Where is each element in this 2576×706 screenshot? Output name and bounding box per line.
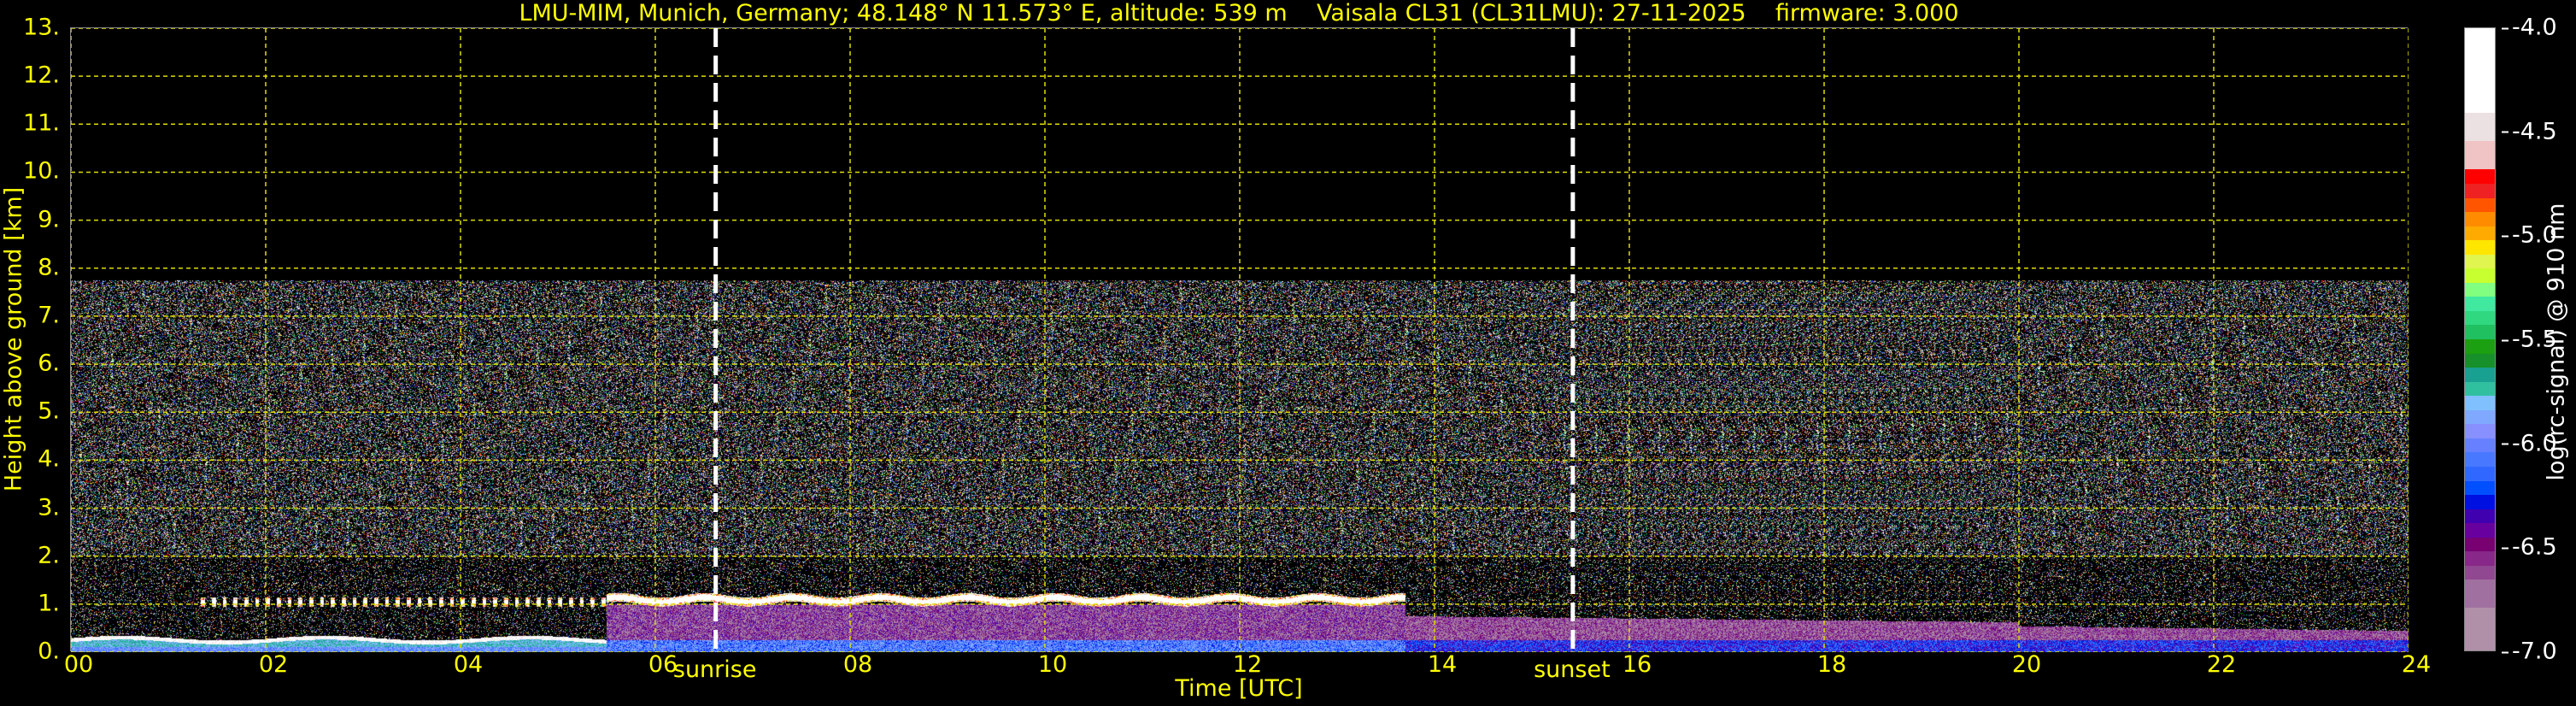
colorbar-segment — [2465, 113, 2495, 127]
colorbar-tick-label: -6.5 — [2502, 534, 2557, 561]
y-axis-label: Height above ground [km] — [0, 186, 27, 492]
colorbar-segment — [2465, 523, 2495, 538]
colorbar-segment — [2465, 85, 2495, 99]
colorbar-segment — [2465, 240, 2495, 255]
y-tick-label: 3. — [38, 494, 60, 521]
x-tick-label: 10 — [1037, 651, 1068, 678]
x-tick-label: 12 — [1232, 651, 1263, 678]
y-tick-label: 7. — [38, 302, 60, 329]
y-tick-label: 10. — [23, 157, 60, 185]
colorbar-segment — [2465, 141, 2495, 156]
y-tick-label: 8. — [38, 254, 60, 281]
colorbar-segment — [2465, 155, 2495, 170]
y-tick-label: 12. — [23, 62, 60, 89]
colorbar-segment — [2465, 396, 2495, 410]
colorbar-tick-label: -4.0 — [2502, 15, 2557, 41]
colorbar-segment — [2465, 169, 2495, 185]
colorbar-segment — [2465, 495, 2495, 509]
colorbar-segment — [2465, 452, 2495, 467]
y-tick-label: 5. — [38, 397, 60, 425]
colorbar-segment — [2465, 621, 2495, 637]
x-tick-label: 02 — [258, 651, 289, 678]
x-tick-label: 18 — [1816, 651, 1847, 678]
x-tick-label: 22 — [2206, 651, 2237, 678]
x-axis-label: Time [UTC] — [1175, 675, 1303, 702]
x-tick-label: 14 — [1427, 651, 1458, 678]
colorbar-tick-label: -4.5 — [2502, 118, 2557, 144]
colorbar-segment — [2465, 325, 2495, 340]
sunrise-label: sunrise — [672, 656, 757, 683]
sunset-label: sunset — [1534, 656, 1611, 683]
x-tick-label: 00 — [63, 651, 94, 678]
colorbar-segment — [2465, 310, 2495, 326]
colorbar-segment — [2465, 212, 2495, 227]
colorbar-label: log(rc-signal) @ 910 nm — [2543, 203, 2570, 481]
x-tick-label: 08 — [842, 651, 873, 678]
y-tick-label: 11. — [23, 109, 60, 137]
y-tick-label: 9. — [38, 206, 60, 233]
colorbar-segment — [2465, 98, 2495, 114]
colorbar-segment — [2465, 551, 2495, 566]
y-tick-label: 2. — [38, 542, 60, 569]
colorbar-segment — [2465, 126, 2495, 142]
x-tick-label: 20 — [2011, 651, 2042, 678]
y-tick-label: 6. — [38, 350, 60, 377]
colorbar-segment — [2465, 28, 2495, 43]
plot-area — [70, 27, 2409, 652]
y-tick-label: 0. — [38, 638, 60, 665]
colorbar-segment — [2465, 608, 2495, 622]
colorbar-segment — [2465, 381, 2495, 397]
colorbar-segment — [2465, 580, 2495, 594]
colorbar-segment — [2465, 368, 2495, 382]
colorbar-segment — [2465, 56, 2495, 71]
colorbar-segment — [2465, 184, 2495, 198]
y-tick-label: 13. — [23, 14, 60, 41]
colorbar-segment — [2465, 297, 2495, 311]
colorbar-segment — [2465, 339, 2495, 354]
colorbar-tick-label: -7.0 — [2502, 638, 2557, 665]
plot-overlay — [71, 28, 2409, 652]
colorbar-segment — [2465, 509, 2495, 524]
x-tick-label: 24 — [2401, 651, 2432, 678]
y-tick-label: 1. — [38, 590, 60, 617]
colorbar-segment — [2465, 537, 2495, 552]
colorbar-segment — [2465, 438, 2495, 453]
colorbar-segment — [2465, 636, 2495, 651]
colorbar-segment — [2465, 70, 2495, 85]
colorbar-segment — [2465, 409, 2495, 425]
colorbar-segment — [2465, 565, 2495, 580]
colorbar — [2464, 27, 2496, 651]
y-tick-label: 4. — [38, 445, 60, 473]
colorbar-segment — [2465, 226, 2495, 241]
colorbar-segment — [2465, 42, 2495, 57]
x-tick-label: 16 — [1622, 651, 1652, 678]
x-tick-label: 04 — [453, 651, 484, 678]
chart-title: LMU-MIM, Munich, Germany; 48.148° N 11.5… — [519, 0, 1959, 26]
colorbar-segment — [2465, 353, 2495, 368]
colorbar-segment — [2465, 424, 2495, 438]
colorbar-segment — [2465, 480, 2495, 496]
colorbar-segment — [2465, 197, 2495, 213]
colorbar-segment — [2465, 593, 2495, 609]
colorbar-segment — [2465, 466, 2495, 481]
colorbar-segment — [2465, 282, 2495, 297]
colorbar-segment — [2465, 254, 2495, 269]
colorbar-segment — [2465, 268, 2495, 283]
